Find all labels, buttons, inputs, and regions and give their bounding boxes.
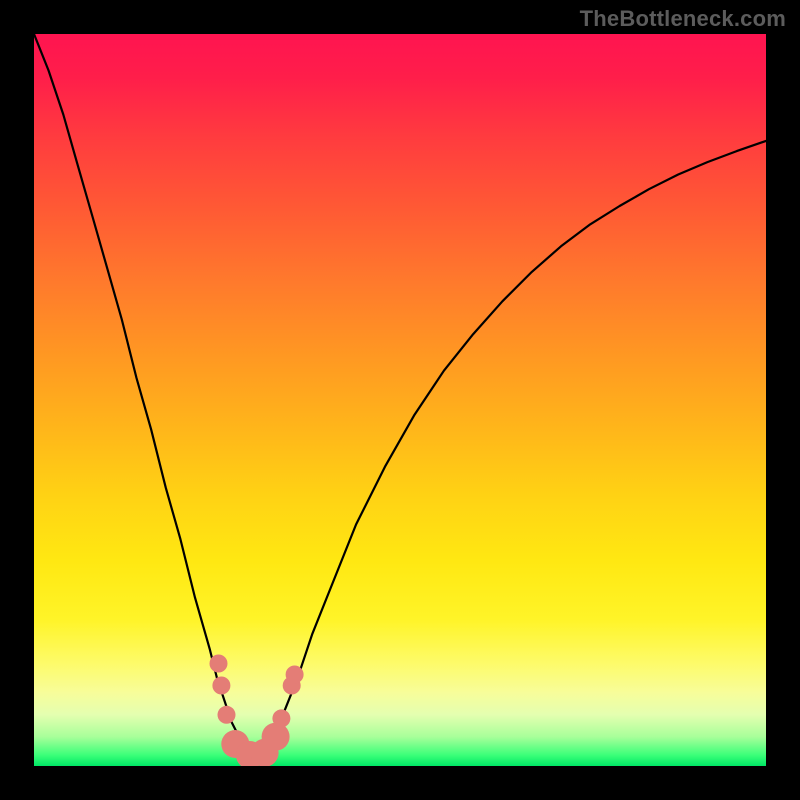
data-marker — [286, 666, 304, 684]
watermark-text: TheBottleneck.com — [580, 6, 786, 32]
data-markers — [210, 655, 304, 767]
data-marker — [272, 709, 290, 727]
data-marker — [210, 655, 228, 673]
chart-container: TheBottleneck.com — [0, 0, 800, 800]
plot-area — [34, 34, 766, 766]
chart-svg — [34, 34, 766, 766]
watermark-label: TheBottleneck.com — [580, 6, 786, 31]
data-marker — [262, 723, 290, 751]
data-marker — [218, 706, 236, 724]
data-marker — [212, 677, 230, 695]
bottleneck-curve — [34, 34, 766, 755]
